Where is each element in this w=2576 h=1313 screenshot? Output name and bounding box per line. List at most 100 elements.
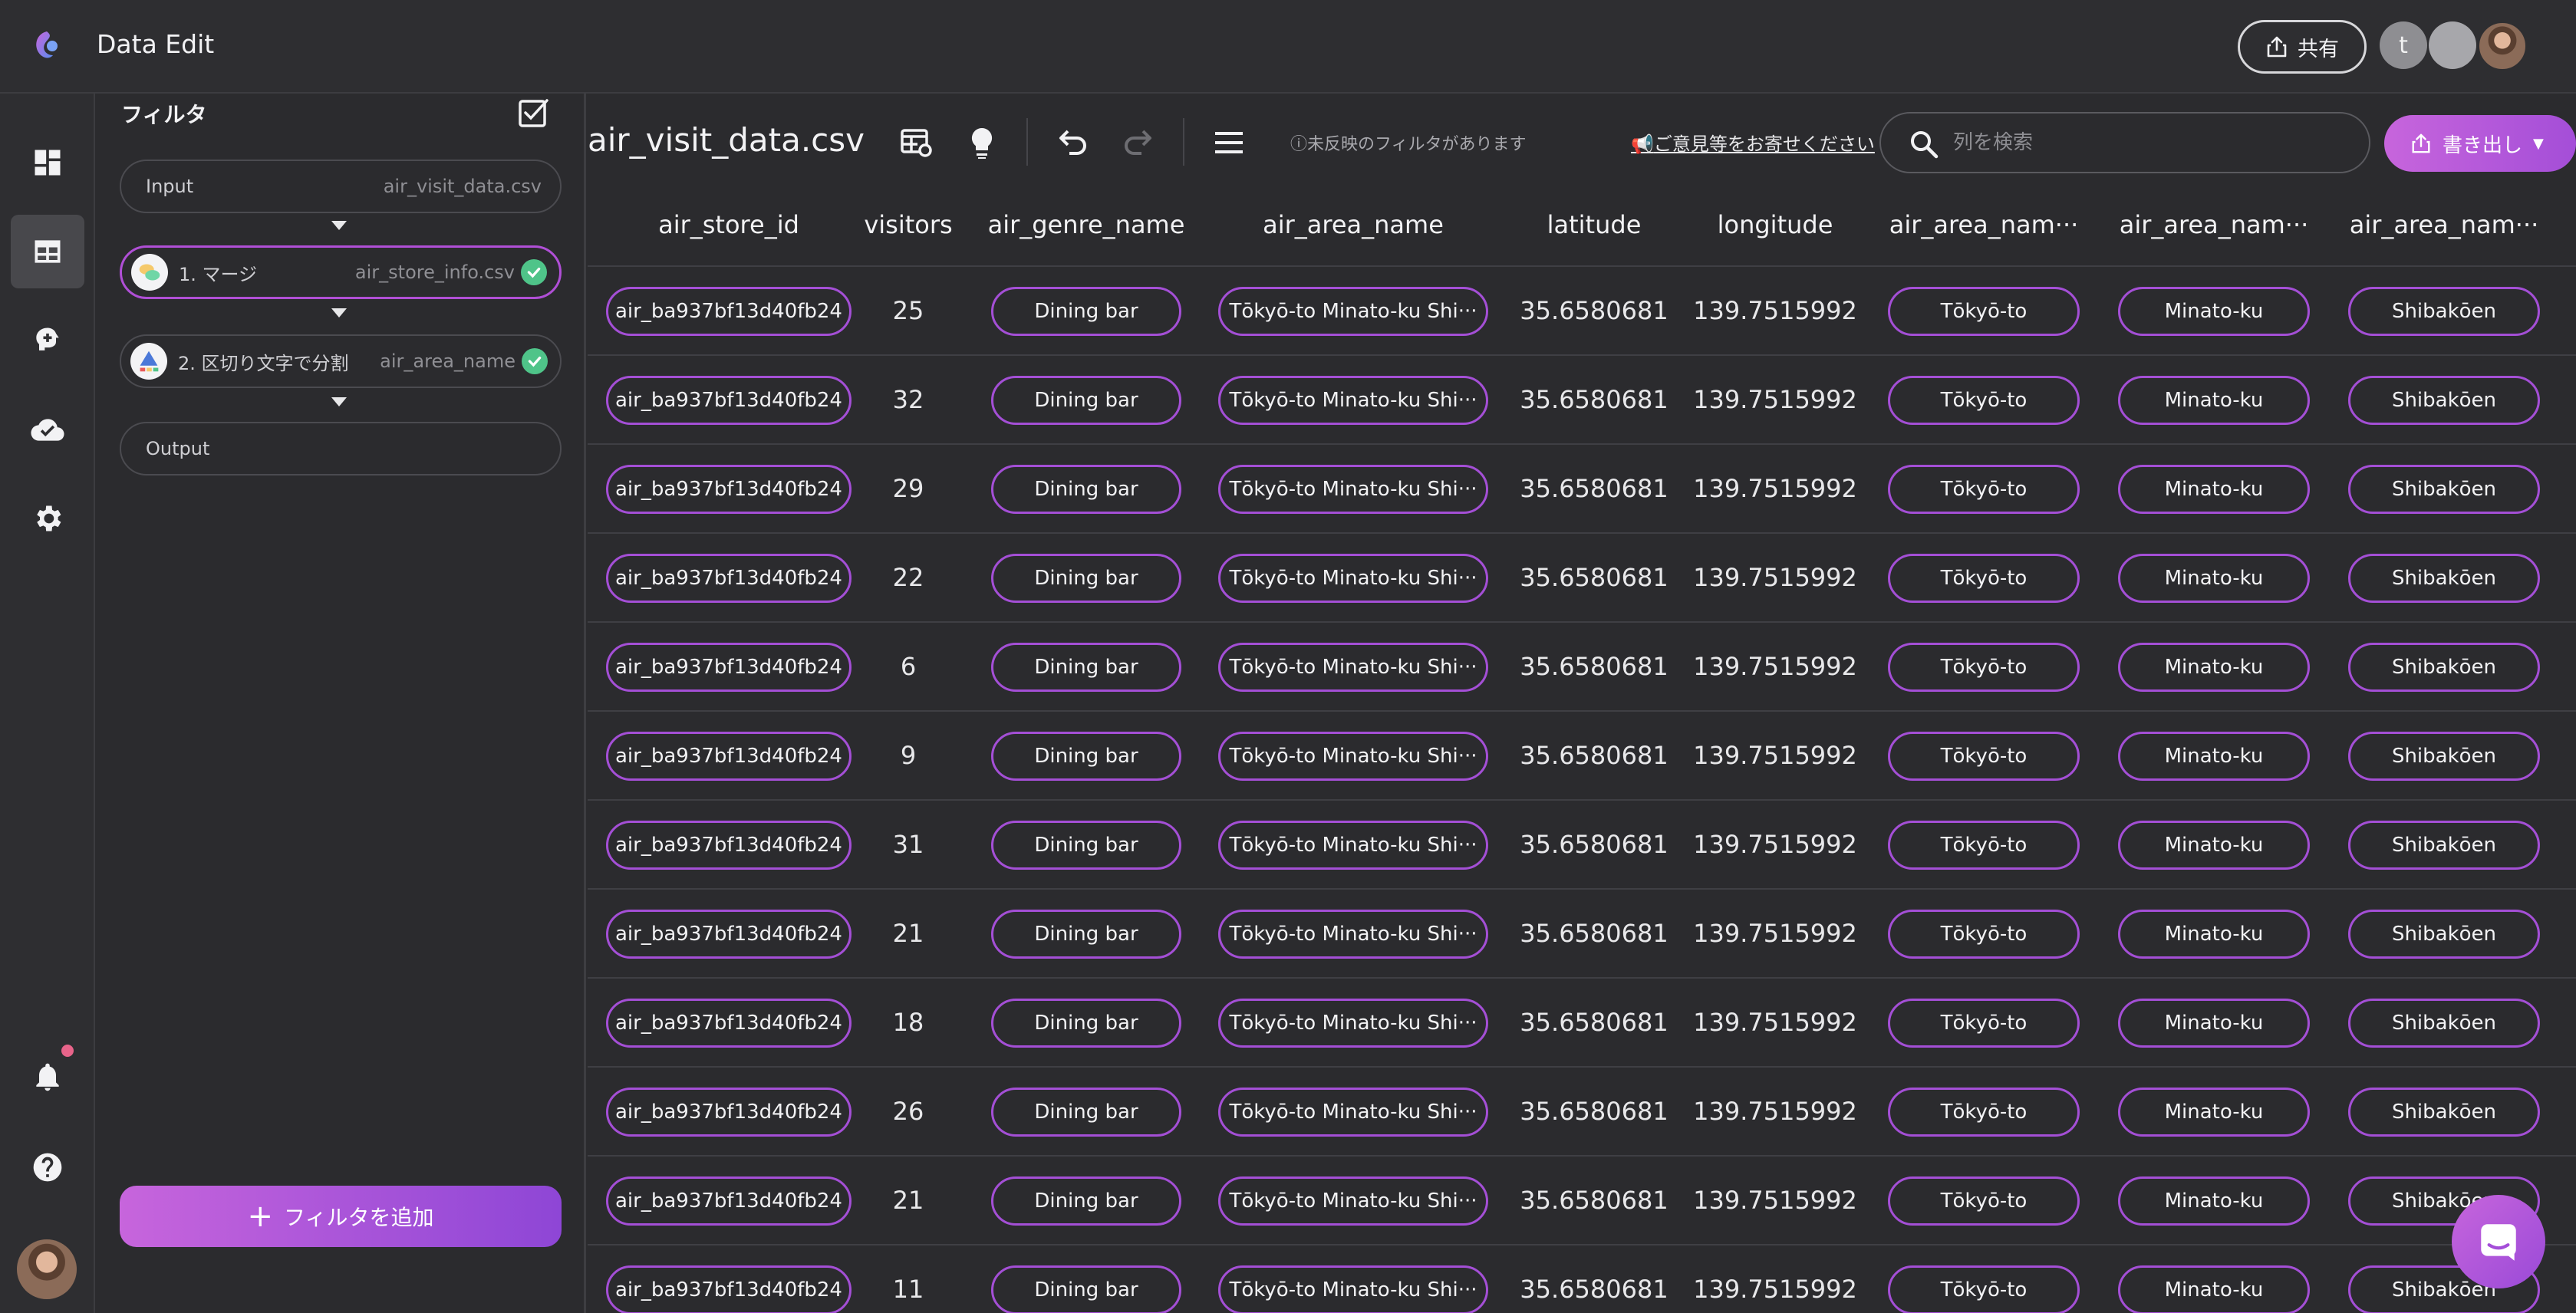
cell-value[interactable]: 32 — [870, 385, 947, 414]
menu-icon[interactable] — [1211, 124, 1247, 161]
nav-dashboard[interactable] — [11, 126, 84, 199]
cell-value[interactable]: 139.7515992 — [1691, 741, 1860, 770]
cell-pill[interactable]: Dining bar — [991, 287, 1181, 336]
cell-pill[interactable]: air_ba937bf13d40fb24 — [606, 999, 852, 1048]
user-avatar-photo[interactable] — [2478, 21, 2527, 71]
column-header[interactable]: air_store_id — [591, 210, 867, 239]
cell-pill[interactable]: Tōkyō-to — [1888, 643, 2080, 692]
table-row[interactable]: air_ba937bf13d40fb24 6 Dining bar Tōkyō-to … — [588, 623, 2576, 712]
cell-pill[interactable]: Tōkyō-to — [1888, 287, 2080, 336]
cell-value[interactable]: 35.6580681 — [1517, 474, 1671, 503]
cell-pill[interactable]: air_ba937bf13d40fb24 — [606, 910, 852, 959]
cell-pill[interactable]: Dining bar — [991, 1088, 1181, 1137]
cell-pill[interactable]: air_ba937bf13d40fb24 — [606, 732, 852, 781]
cell-value[interactable]: 29 — [870, 474, 947, 503]
cell-pill[interactable]: Dining bar — [991, 376, 1181, 425]
export-button[interactable]: 書き出し ▼ — [2384, 115, 2576, 172]
cell-value[interactable]: 35.6580681 — [1517, 919, 1671, 948]
cell-value[interactable]: 35.6580681 — [1517, 296, 1671, 325]
cell-pill[interactable]: Dining bar — [991, 732, 1181, 781]
cell-pill[interactable]: Minato-ku — [2118, 465, 2310, 514]
cell-pill[interactable]: Shibakōen — [2348, 465, 2540, 514]
column-header[interactable]: air_area_nam··· — [2333, 210, 2555, 239]
cell-value[interactable]: 11 — [870, 1275, 947, 1304]
cell-pill[interactable]: Dining bar — [991, 465, 1181, 514]
column-search-input[interactable] — [1953, 131, 2321, 154]
cell-value[interactable]: 139.7515992 — [1691, 385, 1860, 414]
undo-icon[interactable] — [1054, 124, 1091, 161]
cell-pill[interactable]: air_ba937bf13d40fb24 — [606, 1265, 852, 1313]
cell-pill[interactable]: Dining bar — [991, 1265, 1181, 1313]
cell-pill[interactable]: Tōkyō-to Minato-ku Shi··· — [1218, 465, 1488, 514]
cell-pill[interactable]: Tōkyō-to — [1888, 821, 2080, 870]
cell-pill[interactable]: air_ba937bf13d40fb24 — [606, 821, 852, 870]
chat-support-button[interactable] — [2452, 1195, 2545, 1288]
cell-pill[interactable]: Tōkyō-to Minato-ku Shi··· — [1218, 1088, 1488, 1137]
cell-pill[interactable]: Minato-ku — [2118, 910, 2310, 959]
cell-value[interactable]: 18 — [870, 1008, 947, 1037]
cell-pill[interactable]: Tōkyō-to — [1888, 554, 2080, 603]
nav-help[interactable] — [11, 1130, 84, 1204]
apply-filters-checkbox-icon[interactable] — [517, 97, 549, 129]
user-avatar[interactable] — [2429, 21, 2476, 69]
cell-pill[interactable]: Tōkyō-to Minato-ku Shi··· — [1218, 821, 1488, 870]
cell-value[interactable]: 26 — [870, 1097, 947, 1126]
cell-pill[interactable]: air_ba937bf13d40fb24 — [606, 1088, 852, 1137]
cell-value[interactable]: 21 — [870, 919, 947, 948]
cell-pill[interactable]: Minato-ku — [2118, 1265, 2310, 1313]
add-filter-button[interactable]: + フィルタを追加 — [120, 1186, 562, 1247]
cell-pill[interactable]: Shibakōen — [2348, 821, 2540, 870]
cell-pill[interactable]: Tōkyō-to — [1888, 1088, 2080, 1137]
cell-pill[interactable]: Minato-ku — [2118, 1176, 2310, 1226]
table-row[interactable]: air_ba937bf13d40fb24 29 Dining bar Tōkyō-to… — [588, 445, 2576, 534]
lightbulb-icon[interactable] — [964, 124, 1000, 161]
cell-value[interactable]: 22 — [870, 563, 947, 592]
redo-icon[interactable] — [1120, 124, 1157, 161]
cell-value[interactable]: 35.6580681 — [1517, 830, 1671, 859]
cell-value[interactable]: 139.7515992 — [1691, 563, 1860, 592]
table-row[interactable]: air_ba937bf13d40fb24 26 Dining bar Tōkyō-to… — [588, 1068, 2576, 1157]
cell-value[interactable]: 139.7515992 — [1691, 1097, 1860, 1126]
cell-pill[interactable]: Tōkyō-to — [1888, 910, 2080, 959]
filter-input-node[interactable]: Input air_visit_data.csv — [120, 160, 562, 213]
table-row[interactable]: air_ba937bf13d40fb24 25 Dining bar Tōkyō-to… — [588, 267, 2576, 356]
cell-pill[interactable]: Tōkyō-to — [1888, 376, 2080, 425]
cell-pill[interactable]: Shibakōen — [2348, 554, 2540, 603]
cell-pill[interactable]: air_ba937bf13d40fb24 — [606, 287, 852, 336]
cell-pill[interactable]: Minato-ku — [2118, 287, 2310, 336]
table-row[interactable]: air_ba937bf13d40fb24 21 Dining bar Tōkyō-to… — [588, 1157, 2576, 1246]
table-row[interactable]: air_ba937bf13d40fb24 22 Dining bar Tōkyō-to… — [588, 534, 2576, 623]
cell-pill[interactable]: Tōkyō-to Minato-ku Shi··· — [1218, 999, 1488, 1048]
cell-value[interactable]: 139.7515992 — [1691, 652, 1860, 681]
cell-pill[interactable]: air_ba937bf13d40fb24 — [606, 1176, 852, 1226]
app-logo-icon[interactable] — [29, 29, 64, 64]
cell-pill[interactable]: Tōkyō-to Minato-ku Shi··· — [1218, 376, 1488, 425]
cell-value[interactable]: 35.6580681 — [1517, 385, 1671, 414]
cell-pill[interactable]: Tōkyō-to Minato-ku Shi··· — [1218, 910, 1488, 959]
cell-pill[interactable]: Tōkyō-to Minato-ku Shi··· — [1218, 554, 1488, 603]
cell-value[interactable]: 31 — [870, 830, 947, 859]
feedback-link[interactable]: 📢ご意見等をお寄せください — [1631, 129, 1875, 156]
table-row[interactable]: air_ba937bf13d40fb24 21 Dining bar Tōkyō-to… — [588, 890, 2576, 979]
cell-value[interactable]: 9 — [870, 741, 947, 770]
cell-pill[interactable]: Dining bar — [991, 821, 1181, 870]
column-header[interactable]: air_genre_name — [976, 210, 1197, 239]
cell-pill[interactable]: Shibakōen — [2348, 376, 2540, 425]
filter-output-node[interactable]: Output — [120, 422, 562, 476]
cell-pill[interactable]: Shibakōen — [2348, 910, 2540, 959]
table-row[interactable]: air_ba937bf13d40fb24 11 Dining bar Tōkyō-to… — [588, 1246, 2576, 1313]
profile-avatar[interactable] — [17, 1239, 77, 1299]
cell-pill[interactable]: Minato-ku — [2118, 999, 2310, 1048]
cell-pill[interactable]: Tōkyō-to — [1888, 732, 2080, 781]
cell-pill[interactable]: air_ba937bf13d40fb24 — [606, 465, 852, 514]
cell-pill[interactable]: Shibakōen — [2348, 1088, 2540, 1137]
filter-step-split[interactable]: 2. 区切り文字で分割 air_area_name — [120, 334, 562, 388]
cell-pill[interactable]: air_ba937bf13d40fb24 — [606, 554, 852, 603]
table-row[interactable]: air_ba937bf13d40fb24 18 Dining bar Tōkyō-to… — [588, 979, 2576, 1068]
cell-value[interactable]: 35.6580681 — [1517, 1097, 1671, 1126]
cell-pill[interactable]: Shibakōen — [2348, 287, 2540, 336]
nav-ai[interactable] — [11, 304, 84, 377]
cell-pill[interactable]: Minato-ku — [2118, 643, 2310, 692]
cell-pill[interactable]: Shibakōen — [2348, 732, 2540, 781]
cell-value[interactable]: 6 — [870, 652, 947, 681]
